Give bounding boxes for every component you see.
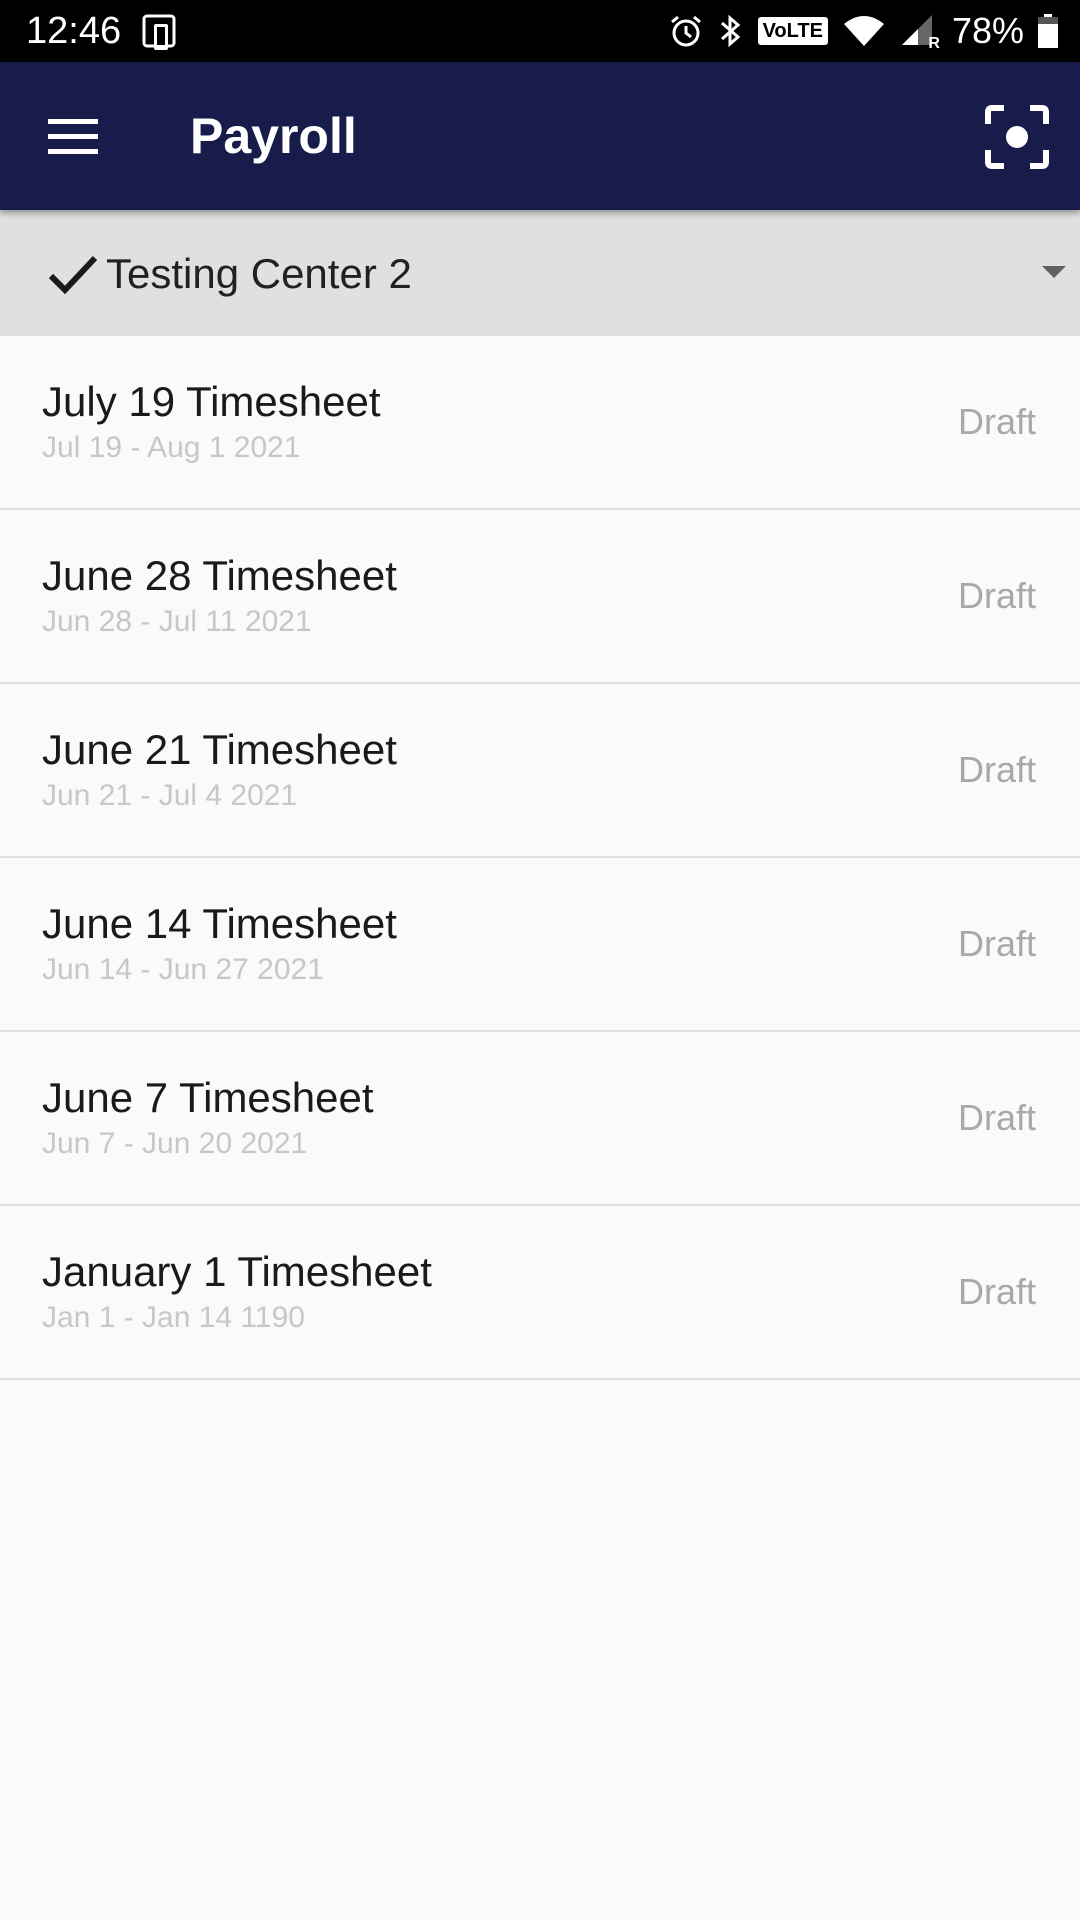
timesheet-item[interactable]: June 7 Timesheet Jun 7 - Jun 20 2021 Dra…: [0, 1032, 1080, 1206]
timesheet-status: Draft: [957, 749, 1036, 790]
phone-sync-icon: [142, 14, 176, 50]
status-time: 12:46: [26, 10, 122, 52]
timesheet-range: Jun 28 - Jul 11 2021: [42, 605, 312, 638]
timesheet-range: Jun 21 - Jul 4 2021: [42, 779, 298, 812]
timesheet-item[interactable]: June 14 Timesheet Jun 14 - Jun 27 2021 D…: [0, 858, 1080, 1032]
alarm-icon: [670, 15, 701, 47]
timesheet-item[interactable]: June 28 Timesheet Jun 28 - Jul 11 2021 D…: [0, 510, 1080, 684]
timesheet-item[interactable]: January 1 Timesheet Jan 1 - Jan 14 1190 …: [0, 1206, 1080, 1380]
timesheet-item[interactable]: June 21 Timesheet Jun 21 - Jul 4 2021 Dr…: [0, 684, 1080, 858]
wifi-icon: [843, 16, 884, 46]
timesheet-status: Draft: [957, 1271, 1036, 1312]
timesheet-range: Jan 1 - Jan 14 1190: [42, 1301, 305, 1334]
timesheet-range: Jun 14 - Jun 27 2021: [42, 953, 324, 986]
menu-icon: [48, 119, 98, 154]
timesheet-item[interactable]: July 19 Timesheet Jul 19 - Aug 1 2021 Dr…: [0, 336, 1080, 510]
timesheet-status: Draft: [957, 923, 1036, 964]
timesheet-status: Draft: [957, 575, 1036, 616]
scan-icon: [985, 105, 1049, 169]
timesheet-title: January 1 Timesheet: [42, 1248, 432, 1295]
location-dropdown[interactable]: Testing Center 2: [0, 210, 1080, 336]
timesheet-title: July 19 Timesheet: [42, 378, 381, 425]
timesheet-title: June 21 Timesheet: [42, 726, 397, 773]
bluetooth-icon: [720, 14, 740, 48]
timesheet-status: Draft: [957, 1097, 1036, 1138]
volte-icon: VoLTE: [757, 17, 828, 45]
timesheet-status: Draft: [957, 401, 1036, 442]
status-bar: 12:46 VoLTE R 78%: [0, 0, 1080, 62]
dropdown-caret-icon: [1042, 266, 1066, 278]
timesheet-range: Jun 7 - Jun 20 2021: [42, 1127, 308, 1160]
scan-button[interactable]: [984, 104, 1050, 170]
timesheet-title: June 14 Timesheet: [42, 900, 397, 947]
timesheet-title: June 7 Timesheet: [42, 1074, 374, 1121]
battery-percent: 78%: [951, 10, 1024, 51]
roaming-label: R: [928, 35, 940, 52]
menu-button[interactable]: [30, 106, 116, 166]
page-title: Payroll: [190, 108, 357, 164]
timesheet-list: July 19 Timesheet Jul 19 - Aug 1 2021 Dr…: [0, 336, 1080, 1380]
timesheet-range: Jul 19 - Aug 1 2021: [42, 431, 301, 464]
check-icon: [48, 255, 98, 295]
app-bar: Payroll: [0, 62, 1080, 210]
timesheet-title: June 28 Timesheet: [42, 552, 397, 599]
battery-fill: [1038, 24, 1058, 48]
battery-icon: [1038, 14, 1058, 48]
selected-location: Testing Center 2: [106, 250, 412, 297]
